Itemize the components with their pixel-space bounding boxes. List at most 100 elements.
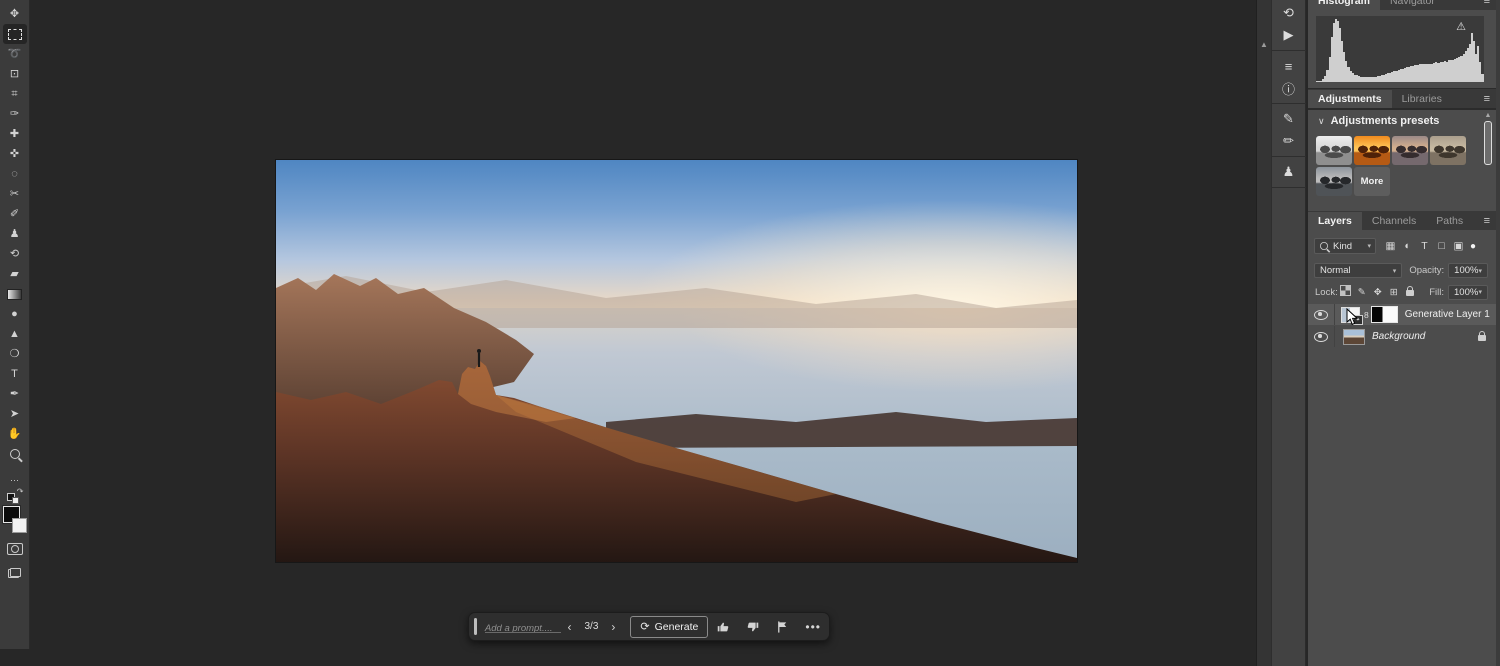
- lock-all-icon[interactable]: [1402, 286, 1418, 299]
- info-panel-icon[interactable]: ⓘ: [1276, 77, 1302, 99]
- actions-panel-icon[interactable]: ▶: [1276, 24, 1302, 46]
- filter-adjustment-layers-icon[interactable]: ◐: [1399, 240, 1416, 252]
- background-lock-icon[interactable]: [1478, 328, 1486, 346]
- lock-transparency-icon[interactable]: [1338, 285, 1354, 299]
- thumbs-down-button[interactable]: [738, 620, 768, 634]
- more-options-button[interactable]: •••: [797, 620, 829, 634]
- lasso-tool[interactable]: ➰: [3, 44, 27, 64]
- layer-name[interactable]: Background: [1372, 331, 1425, 342]
- preset-muted-mauve[interactable]: [1392, 136, 1428, 165]
- tab-navigator[interactable]: Navigator: [1380, 0, 1445, 10]
- report-flag-button[interactable]: [768, 620, 797, 634]
- generate-label: Generate: [655, 621, 699, 633]
- preset-vivid-sunset[interactable]: [1354, 136, 1390, 165]
- dodge-tool[interactable]: ❍: [3, 344, 27, 364]
- histogram-refresh-warning-icon[interactable]: ⚠: [1456, 20, 1466, 33]
- layer-row-generative-layer-1[interactable]: ✦ 8 Generative Layer 1: [1308, 304, 1496, 325]
- panel-menu-icon[interactable]: ≡: [1484, 215, 1490, 227]
- histogram-panel: ⚠: [1308, 10, 1496, 88]
- lock-label: Lock:: [1315, 287, 1338, 298]
- tab-histogram[interactable]: Histogram: [1308, 0, 1380, 10]
- brushes-panel-icon[interactable]: ✏: [1276, 130, 1302, 152]
- tab-libraries[interactable]: Libraries: [1392, 90, 1452, 108]
- histogram-bar: [1481, 74, 1483, 82]
- quick-mask-button[interactable]: [3, 539, 27, 559]
- filter-shape-layers-icon[interactable]: □: [1433, 240, 1450, 252]
- thumbs-down-icon: [746, 620, 760, 634]
- clone-stamp-tool[interactable]: ♟: [3, 224, 27, 244]
- screen-mode-button[interactable]: [3, 563, 27, 583]
- filter-smart-objects-icon[interactable]: ▣: [1450, 240, 1467, 252]
- content-aware-move-tool[interactable]: ✂: [3, 184, 27, 204]
- layer-mask-thumbnail[interactable]: [1371, 306, 1398, 323]
- layer-visibility-toggle[interactable]: [1308, 304, 1335, 325]
- layer-row-background[interactable]: Background: [1308, 326, 1496, 347]
- pen-tool[interactable]: ✒: [3, 384, 27, 404]
- background-color-swatch[interactable]: [12, 518, 27, 533]
- tab-channels[interactable]: Channels: [1362, 212, 1426, 230]
- adjustments-scrollbar[interactable]: ▲: [1484, 112, 1492, 210]
- brush-tool[interactable]: ✐: [3, 204, 27, 224]
- document-photo[interactable]: [276, 160, 1077, 562]
- layer-filter-kind-dropdown[interactable]: Kind ▾: [1314, 238, 1376, 254]
- prompt-input[interactable]: Add a prompt....: [485, 618, 559, 636]
- scrollbar-up-icon[interactable]: ▲: [1484, 112, 1492, 119]
- thumbs-up-button[interactable]: [708, 620, 738, 634]
- clone-source-panel-icon[interactable]: ♟: [1276, 161, 1302, 183]
- properties-panel-icon[interactable]: ≡: [1276, 55, 1302, 77]
- tab-adjustments[interactable]: Adjustments: [1308, 90, 1392, 108]
- panel-menu-icon[interactable]: ≡: [1484, 93, 1490, 105]
- lock-artboard-icon[interactable]: ⊞: [1386, 287, 1402, 298]
- sharpen-tool[interactable]: ▲: [3, 324, 27, 344]
- filter-pixel-layers-icon[interactable]: ▦: [1382, 240, 1399, 252]
- preset-bw-dark[interactable]: [1316, 167, 1352, 196]
- fill-input[interactable]: 100% ▾: [1448, 285, 1488, 300]
- type-tool[interactable]: T: [3, 364, 27, 384]
- blur-tool[interactable]: ●: [3, 304, 27, 324]
- scrollbar-thumb[interactable]: [1484, 121, 1492, 165]
- move-tool[interactable]: ✥: [3, 4, 27, 24]
- canvas-area[interactable]: [31, 0, 1256, 666]
- filter-type-layers-icon[interactable]: T: [1416, 240, 1433, 252]
- spot-healing-brush-tool[interactable]: ✚: [3, 124, 27, 144]
- mask-link-icon[interactable]: 8: [1364, 310, 1369, 320]
- path-selection-tool[interactable]: ➤: [3, 404, 27, 424]
- object-selection-tool[interactable]: ⊡: [3, 64, 27, 84]
- layer-filter-toggle[interactable]: ●: [1470, 241, 1476, 252]
- hand-tool[interactable]: ✋: [3, 424, 27, 444]
- next-variation-button[interactable]: ›: [602, 620, 624, 634]
- tab-layers[interactable]: Layers: [1308, 212, 1362, 230]
- brush-settings-panel-icon[interactable]: ✎: [1276, 108, 1302, 130]
- history-panel-icon[interactable]: ⟲: [1276, 2, 1302, 24]
- preset-sepia[interactable]: [1430, 136, 1466, 165]
- layer-visibility-toggle[interactable]: [1308, 326, 1335, 347]
- swap-colors-icon[interactable]: ↷: [7, 490, 23, 502]
- healing-brush-tool[interactable]: ✜: [3, 144, 27, 164]
- crop-tool[interactable]: ⌗: [3, 84, 27, 104]
- remove-tool[interactable]: ◌: [3, 164, 27, 184]
- adjustments-presets-header[interactable]: ∨ Adjustments presets: [1308, 110, 1496, 132]
- eyedropper-tool[interactable]: ✑: [3, 104, 27, 124]
- gradient-tool[interactable]: [3, 284, 27, 304]
- generate-button[interactable]: ⟳ Generate: [630, 616, 708, 638]
- opacity-label: Opacity:: [1409, 265, 1444, 276]
- opacity-input[interactable]: 100% ▾: [1448, 263, 1488, 278]
- eraser-tool[interactable]: ▰: [3, 264, 27, 284]
- preset-bw-light[interactable]: [1316, 136, 1352, 165]
- tab-paths[interactable]: Paths: [1426, 212, 1473, 230]
- scrollbar-up-icon[interactable]: ▲: [1257, 40, 1271, 49]
- previous-variation-button[interactable]: ‹: [558, 620, 580, 634]
- blend-mode-dropdown[interactable]: Normal ▾: [1314, 263, 1402, 278]
- zoom-tool[interactable]: [3, 444, 27, 464]
- presets-more-button[interactable]: More: [1354, 167, 1390, 196]
- history-brush-tool[interactable]: ⟲: [3, 244, 27, 264]
- lock-position-icon[interactable]: ✥: [1370, 287, 1386, 298]
- layer-thumbnail[interactable]: [1343, 329, 1365, 345]
- chevron-down-icon[interactable]: ∨: [1318, 116, 1325, 127]
- taskbar-drag-handle[interactable]: [474, 618, 477, 635]
- canvas-vertical-scrollbar[interactable]: ▲: [1256, 0, 1271, 666]
- layer-name[interactable]: Generative Layer 1: [1405, 309, 1490, 320]
- panel-menu-icon[interactable]: ≡: [1484, 0, 1490, 7]
- rectangular-marquee-tool[interactable]: [3, 24, 27, 44]
- lock-pixels-icon[interactable]: ✎: [1354, 287, 1370, 298]
